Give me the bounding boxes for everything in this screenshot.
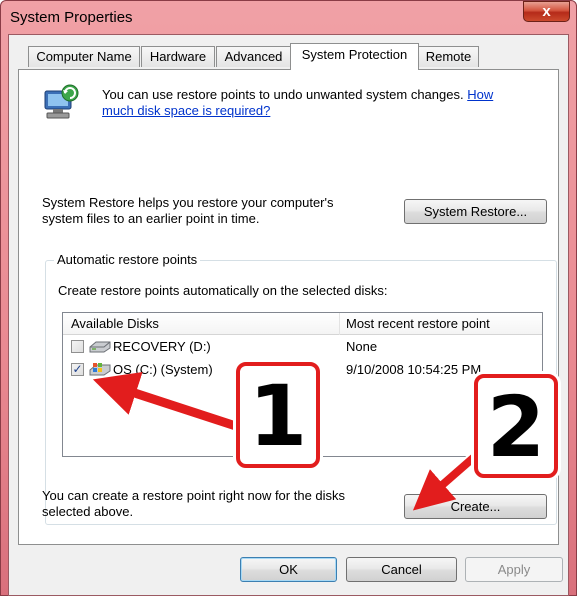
tab-hardware[interactable]: Hardware	[141, 46, 215, 67]
column-header-available-disks[interactable]: Available Disks	[71, 316, 159, 331]
disk-space-help-link[interactable]: How	[467, 87, 493, 102]
tab-label: Advanced	[224, 49, 283, 64]
list-item[interactable]: RECOVERY (D:) None	[63, 336, 542, 358]
disk-name: RECOVERY (D:)	[113, 339, 211, 354]
cancel-button[interactable]: Cancel	[346, 557, 457, 582]
close-button[interactable]: x	[523, 1, 570, 22]
disk-recent-restore: 9/10/2008 10:54:25 PM	[346, 362, 482, 377]
disk-name: OS (C:) (System)	[113, 362, 213, 377]
apply-button[interactable]: Apply	[465, 557, 563, 582]
auto-instructions: Create restore points automatically on t…	[58, 283, 388, 298]
list-header: Available Disks Most recent restore poin…	[63, 313, 542, 335]
tab-label: Computer Name	[36, 49, 132, 64]
tab-remote[interactable]: Remote	[418, 46, 479, 67]
create-button-label: Create...	[450, 499, 501, 514]
callout-2-number: 2	[486, 378, 546, 476]
column-separator[interactable]	[339, 313, 340, 335]
restore-desc-line1: System Restore helps you restore your co…	[42, 195, 334, 210]
callout-step-2: 2	[474, 374, 558, 478]
system-restore-button[interactable]: System Restore...	[404, 199, 547, 224]
ok-button[interactable]: OK	[240, 557, 337, 582]
disk-checkbox-recovery[interactable]	[71, 340, 84, 353]
create-restore-description: You can create a restore point right now…	[42, 488, 345, 520]
tab-label: Remote	[425, 49, 472, 64]
close-icon: x	[542, 3, 551, 20]
system-protection-icon	[44, 84, 79, 119]
disk-recent-restore: None	[346, 339, 378, 354]
tab-label: Hardware	[149, 49, 207, 64]
tab-advanced[interactable]: Advanced	[216, 46, 291, 67]
intro-text: You can use restore points to undo unwan…	[102, 87, 542, 119]
apply-button-label: Apply	[497, 562, 531, 577]
disk-space-help-link-cont[interactable]: much disk space is required?	[102, 103, 270, 118]
column-header-recent-restore[interactable]: Most recent restore point	[346, 316, 490, 331]
intro-sentence: You can use restore points to undo unwan…	[102, 87, 464, 102]
cancel-button-label: Cancel	[381, 562, 422, 577]
window-title: System Properties	[10, 9, 133, 26]
windows-drive-icon	[89, 363, 111, 376]
disk-checkbox-os[interactable]: ✓	[71, 363, 84, 376]
tab-system-protection[interactable]: System Protection	[290, 43, 419, 70]
ok-button-label: OK	[279, 562, 298, 577]
system-restore-description: System Restore helps you restore your co…	[42, 195, 334, 227]
group-label: Automatic restore points	[54, 252, 201, 267]
system-restore-button-label: System Restore...	[423, 204, 528, 219]
create-desc-line1: You can create a restore point right now…	[42, 488, 346, 503]
restore-desc-line2: system files to an earlier point in time…	[42, 211, 260, 226]
drive-icon	[89, 341, 111, 353]
create-desc-line2: selected above.	[42, 504, 134, 519]
title-bar[interactable]: System Properties x	[0, 0, 577, 34]
callout-1-number: 1	[248, 367, 308, 465]
tab-label: System Protection	[301, 47, 408, 62]
tab-computer-name[interactable]: Computer Name	[28, 46, 140, 67]
create-button[interactable]: Create...	[404, 494, 547, 519]
callout-step-1: 1	[236, 362, 320, 468]
